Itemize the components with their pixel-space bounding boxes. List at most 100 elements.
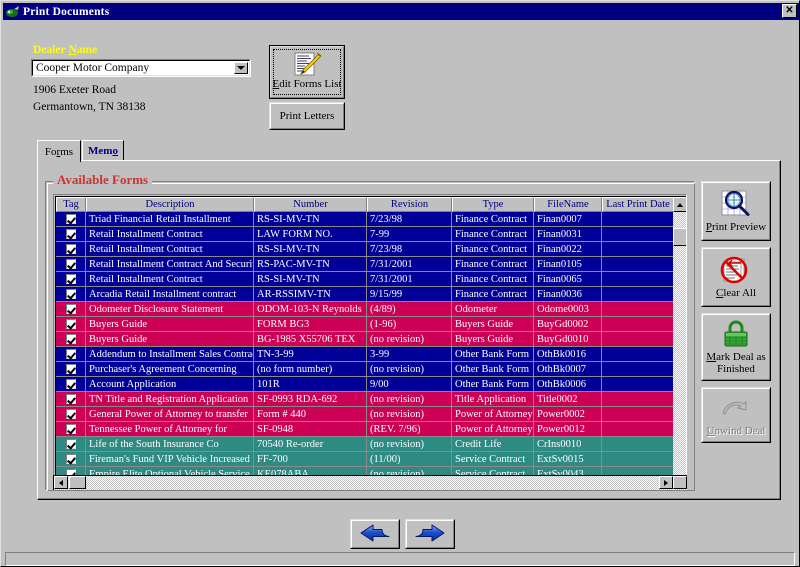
row-tag-checkbox[interactable]	[56, 332, 86, 347]
cell-type: Finance Contract	[452, 212, 534, 227]
cell-last_print_date	[602, 437, 674, 452]
grid-scroll-corner	[673, 476, 687, 489]
table-row[interactable]: TN Title and Registration Application SF-…	[56, 392, 674, 407]
row-tag-checkbox[interactable]	[56, 407, 86, 422]
checkmark-icon[interactable]	[65, 394, 76, 404]
checkmark-icon[interactable]	[65, 289, 76, 299]
cell-description: Life of the South Insurance Co	[86, 437, 254, 452]
checkmark-icon[interactable]	[65, 454, 76, 464]
cell-number: FORM BG3	[254, 317, 367, 332]
cell-type: Finance Contract	[452, 257, 534, 272]
table-row[interactable]: Account Application 101R 9/00 Other Bank Fo…	[56, 377, 674, 392]
checkmark-icon[interactable]	[65, 244, 76, 254]
cell-type: Power of Attorney	[452, 407, 534, 422]
table-row[interactable]: Tennessee Power of Attorney for SF-0948 (R…	[56, 422, 674, 437]
cell-number: SF-0948	[254, 422, 367, 437]
row-tag-checkbox[interactable]	[56, 347, 86, 362]
table-row[interactable]: Purchaser's Agreement Concerning (no form…	[56, 362, 674, 377]
table-row[interactable]: Retail Installment Contract LAW FORM NO. 7…	[56, 227, 674, 242]
cell-description: Purchaser's Agreement Concerning	[86, 362, 254, 377]
row-tag-checkbox[interactable]	[56, 272, 86, 287]
cell-description: TN Title and Registration Application	[86, 392, 254, 407]
chevron-down-icon[interactable]	[234, 62, 248, 74]
row-tag-checkbox[interactable]	[56, 377, 86, 392]
checkmark-icon[interactable]	[65, 304, 76, 314]
table-row[interactable]: Retail Installment Contract And Security…	[56, 257, 674, 272]
print-preview-button[interactable]: Print Preview	[701, 181, 771, 241]
column-header-number[interactable]: Number	[254, 197, 367, 212]
table-row[interactable]: General Power of Attorney to transfer For…	[56, 407, 674, 422]
table-row[interactable]: Life of the South Insurance Co 70540 Re-o…	[56, 437, 674, 452]
grid-horizontal-scrollbar[interactable]	[53, 475, 687, 490]
next-button[interactable]	[405, 519, 455, 549]
checkmark-icon[interactable]	[65, 319, 76, 329]
row-tag-checkbox[interactable]	[56, 392, 86, 407]
row-tag-checkbox[interactable]	[56, 422, 86, 437]
grid-hscroll-thumb[interactable]	[69, 476, 86, 489]
checkmark-icon[interactable]	[65, 424, 76, 434]
title-bar[interactable]: Print Documents ✕	[3, 3, 799, 20]
checkmark-icon[interactable]	[65, 379, 76, 389]
previous-button[interactable]	[350, 519, 400, 549]
table-row[interactable]: Retail Installment Contract RS-SI-MV-TN 7/…	[56, 272, 674, 287]
column-header-description[interactable]: Description	[86, 197, 254, 212]
checkmark-icon[interactable]	[65, 214, 76, 224]
cell-filename: Odome0003	[534, 302, 602, 317]
grid-vertical-scrollbar[interactable]	[673, 197, 686, 489]
close-icon[interactable]: ✕	[782, 4, 797, 18]
checkmark-icon[interactable]	[65, 364, 76, 374]
cell-number: BG-1985 X55706 TEX	[254, 332, 367, 347]
checkmark-icon[interactable]	[65, 259, 76, 269]
scroll-left-icon[interactable]	[54, 476, 68, 489]
edit-forms-list-button[interactable]: Edit Forms List	[269, 45, 345, 99]
row-tag-checkbox[interactable]	[56, 287, 86, 302]
app-icon	[5, 5, 20, 18]
row-tag-checkbox[interactable]	[56, 362, 86, 377]
column-header-filename[interactable]: FileName	[534, 197, 602, 212]
forms-grid[interactable]: Tag Description Number Revision Type FileName…	[53, 194, 687, 490]
table-row[interactable]: Buyers Guide FORM BG3 (1-96) Buyers Guide Bu…	[56, 317, 674, 332]
scroll-up-icon[interactable]	[673, 197, 686, 212]
checkmark-icon[interactable]	[65, 439, 76, 449]
mark-deal-as-finished-button[interactable]: Mark Deal as Finished	[701, 313, 771, 381]
row-tag-checkbox[interactable]	[56, 212, 86, 227]
cell-revision: (11/00)	[367, 452, 452, 467]
checkmark-icon[interactable]	[65, 334, 76, 344]
table-row[interactable]: Odometer Disclosure Statement ODOM-103-N …	[56, 302, 674, 317]
table-row[interactable]: Addendum to Installment Sales Contract TN…	[56, 347, 674, 362]
column-header-last-print-date[interactable]: Last Print Date	[602, 197, 674, 212]
print-preview-icon	[719, 189, 753, 219]
checkmark-icon[interactable]	[65, 274, 76, 284]
row-tag-checkbox[interactable]	[56, 302, 86, 317]
column-header-tag[interactable]: Tag	[56, 197, 86, 212]
edit-document-pencil-icon	[292, 52, 322, 78]
row-tag-checkbox[interactable]	[56, 257, 86, 272]
table-row[interactable]: Fireman's Fund VIP Vehicle Increased FF-7…	[56, 452, 674, 467]
row-tag-checkbox[interactable]	[56, 317, 86, 332]
print-letters-button[interactable]: Print Letters	[269, 102, 345, 130]
grid-vscroll-thumb[interactable]	[673, 228, 686, 246]
dealer-name-combobox[interactable]: Cooper Motor Company	[31, 59, 251, 77]
checkmark-icon[interactable]	[65, 409, 76, 419]
table-row[interactable]: Buyers Guide BG-1985 X55706 TEX (no revisi…	[56, 332, 674, 347]
tab-memo[interactable]: Memo	[82, 140, 124, 160]
column-header-type[interactable]: Type	[452, 197, 534, 212]
row-tag-checkbox[interactable]	[56, 242, 86, 257]
cell-number: (no form number)	[254, 362, 367, 377]
cell-type: Finance Contract	[452, 227, 534, 242]
forms-grid-body[interactable]: Triad Financial Retail Installment RS-SI-…	[56, 212, 674, 489]
scroll-right-icon[interactable]	[659, 476, 673, 489]
row-tag-checkbox[interactable]	[56, 437, 86, 452]
column-header-revision[interactable]: Revision	[367, 197, 452, 212]
row-tag-checkbox[interactable]	[56, 227, 86, 242]
checkmark-icon[interactable]	[65, 229, 76, 239]
tab-forms[interactable]: Forms	[37, 140, 81, 162]
clear-all-button[interactable]: Clear All	[701, 247, 771, 307]
cell-revision: (REV. 7/96)	[367, 422, 452, 437]
checkmark-icon[interactable]	[65, 349, 76, 359]
table-row[interactable]: Arcadia Retail Installment contract AR-RS…	[56, 287, 674, 302]
grid-vscroll-track[interactable]	[673, 212, 686, 477]
table-row[interactable]: Retail Installment Contract RS-SI-MV-TN 7/…	[56, 242, 674, 257]
row-tag-checkbox[interactable]	[56, 452, 86, 467]
table-row[interactable]: Triad Financial Retail Installment RS-SI-…	[56, 212, 674, 227]
